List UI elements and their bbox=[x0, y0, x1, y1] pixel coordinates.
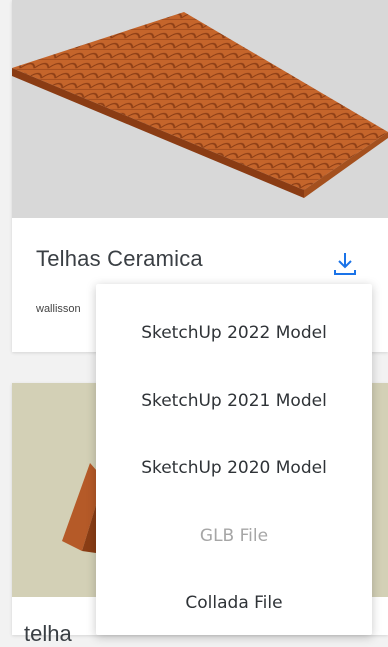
model-author[interactable]: wallisson bbox=[36, 303, 81, 315]
menu-item-sketchup-2021[interactable]: SketchUp 2021 Model bbox=[96, 376, 372, 426]
model-thumbnail[interactable] bbox=[12, 0, 388, 218]
menu-item-collada[interactable]: Collada File bbox=[96, 578, 372, 628]
model-title[interactable]: telha bbox=[24, 621, 72, 647]
download-format-menu: SketchUp 2022 Model SketchUp 2021 Model … bbox=[96, 284, 372, 635]
model-title[interactable]: Telhas Ceramica bbox=[36, 246, 203, 272]
menu-item-sketchup-2020[interactable]: SketchUp 2020 Model bbox=[96, 443, 372, 493]
menu-item-glb: GLB File bbox=[199, 526, 269, 546]
menu-item-sketchup-2022[interactable]: SketchUp 2022 Model bbox=[96, 308, 372, 358]
roof-tiles-image bbox=[12, 12, 388, 198]
download-icon[interactable] bbox=[331, 250, 359, 278]
